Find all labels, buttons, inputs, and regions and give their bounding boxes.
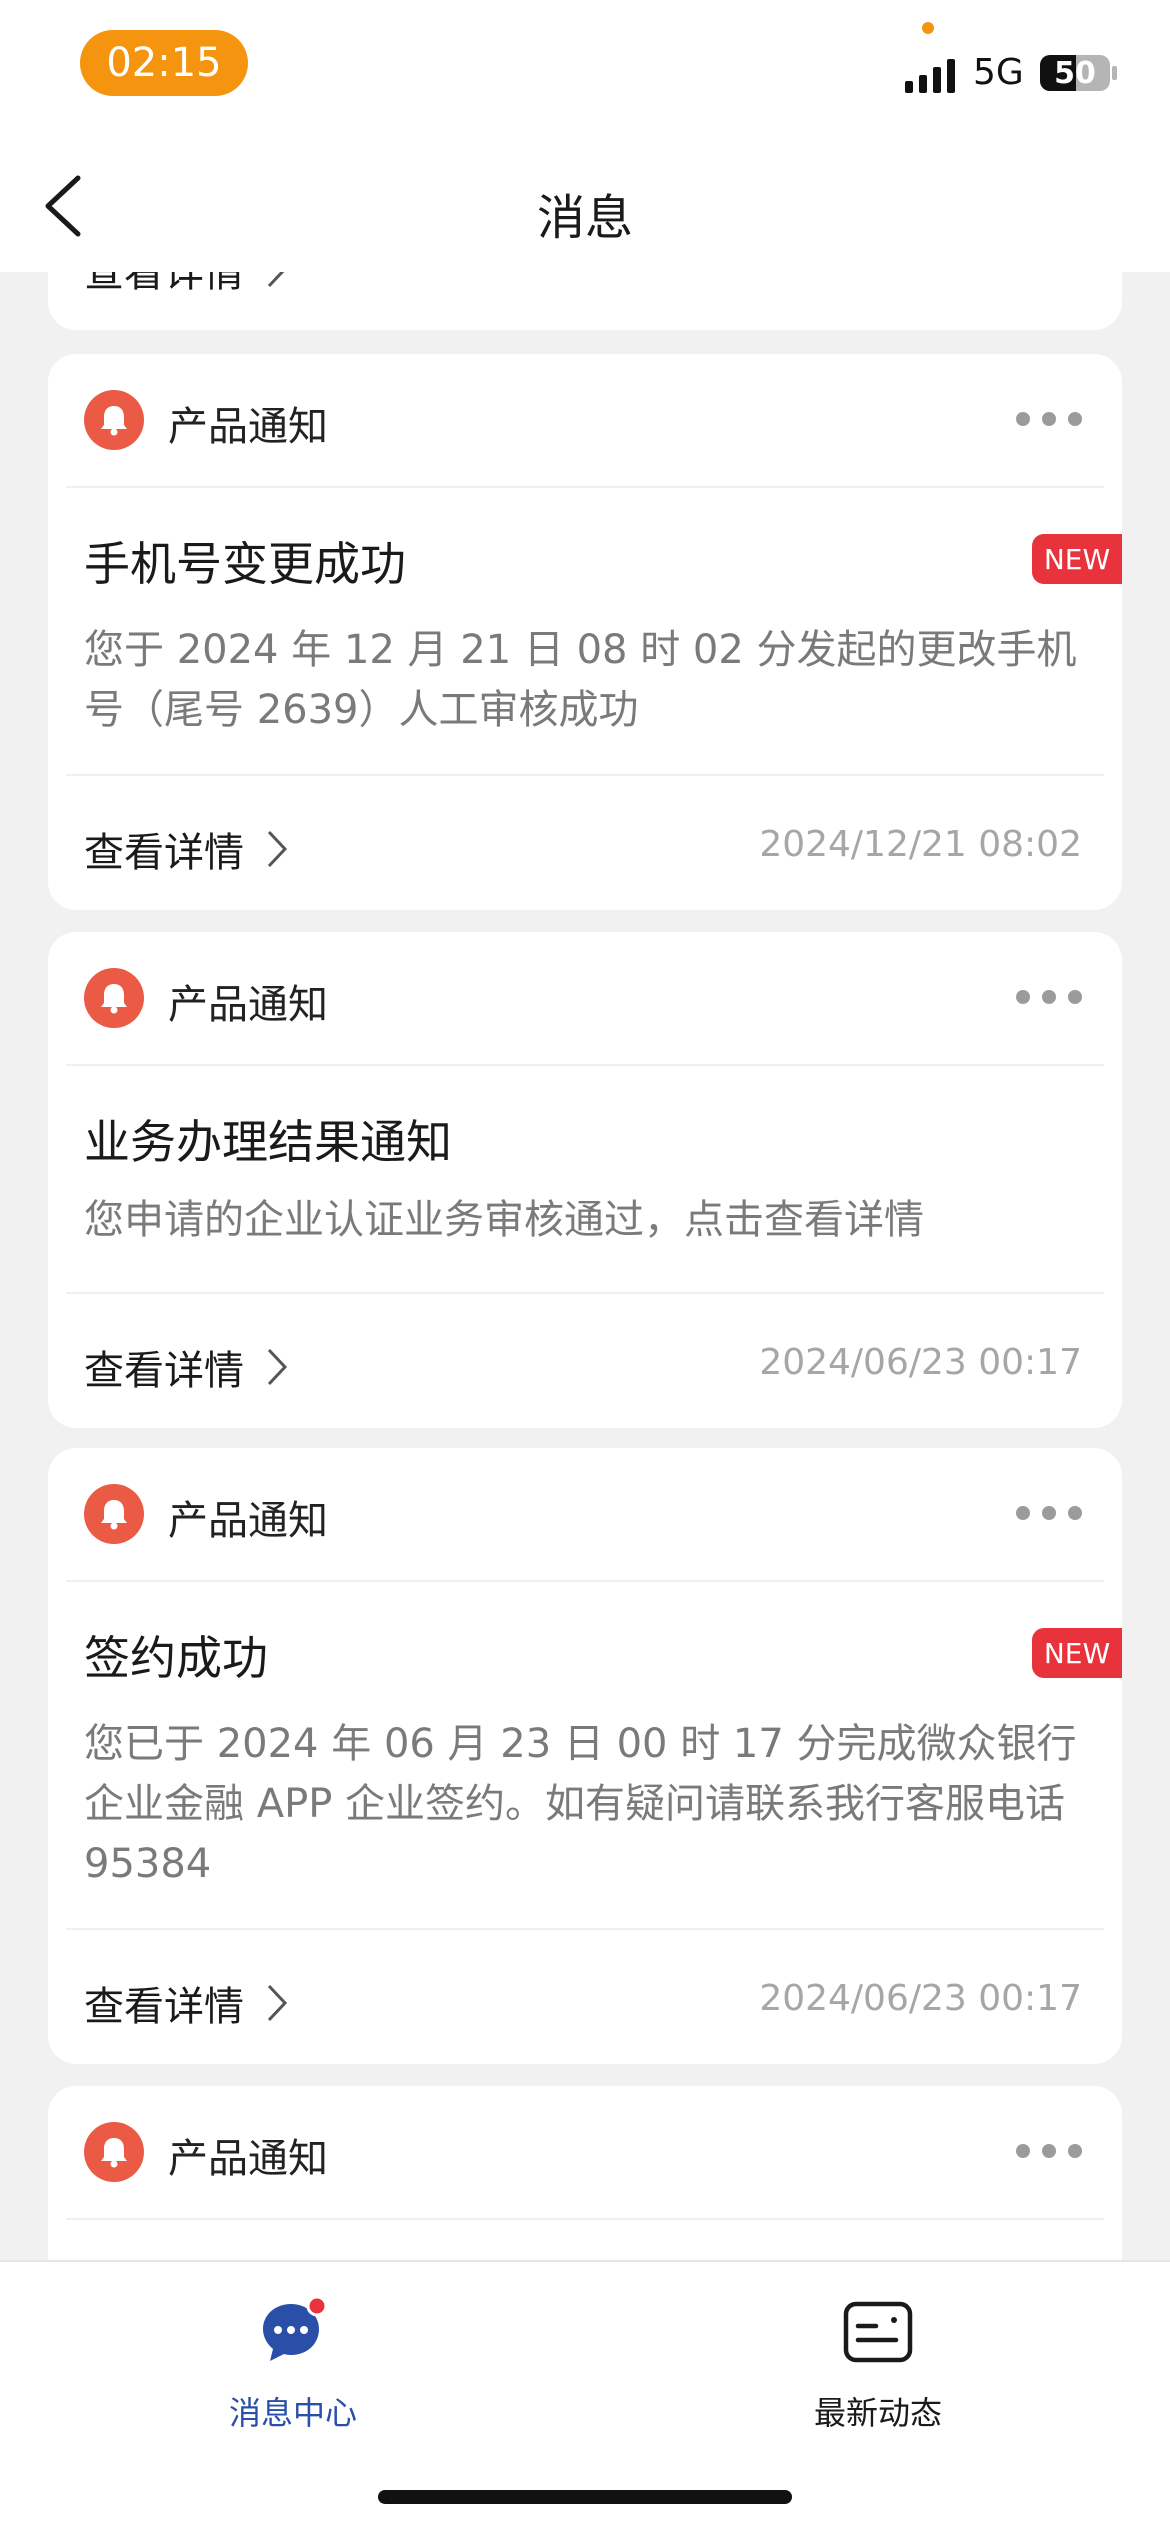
view-details-link[interactable]: 查看详情	[84, 272, 288, 298]
chevron-right-icon	[267, 1984, 288, 2022]
status-bar: 02:15 5G 50	[0, 0, 1170, 130]
battery-icon: 50	[1040, 55, 1110, 91]
divider	[66, 1064, 1104, 1066]
message-list[interactable]: 查看详情 产品通知 手机号变更成功 NEW 您于 2024 年 12 月 21 …	[0, 272, 1170, 2260]
message-title: 签约成功	[84, 1631, 268, 1685]
view-details-link[interactable]: 查看详情	[84, 820, 288, 878]
bell-icon	[84, 2122, 144, 2182]
card-category: 产品通知	[168, 1498, 328, 1544]
message-body: 您已于 2024 年 06 月 23 日 00 时 17 分完成微众银行企业金融…	[84, 1721, 1077, 1887]
more-options-icon[interactable]	[1016, 990, 1082, 1004]
card-category: 产品通知	[168, 404, 328, 450]
privacy-indicator-dot	[922, 22, 934, 34]
card-category: 产品通知	[168, 982, 328, 1028]
home-indicator	[378, 2490, 792, 2504]
new-badge: NEW	[1032, 1628, 1122, 1678]
more-options-icon[interactable]	[1016, 2144, 1082, 2158]
network-type: 5G	[973, 52, 1024, 93]
news-card-icon	[843, 2301, 913, 2363]
divider	[66, 2218, 1104, 2220]
divider	[66, 1292, 1104, 1294]
status-time: 02:15	[80, 30, 248, 96]
divider	[66, 486, 1104, 488]
message-title: 手机号变更成功	[84, 537, 406, 591]
message-card-peek: 查看详情	[48, 272, 1122, 330]
card-header: 产品通知	[48, 354, 1122, 486]
message-body: 您于 2024 年 12 月 21 日 08 时 02 分发起的更改手机号（尾号…	[84, 627, 1077, 733]
bell-icon	[84, 390, 144, 450]
divider	[66, 1928, 1104, 1930]
tab-message-center[interactable]: 消息中心	[163, 2294, 423, 2444]
more-options-icon[interactable]	[1016, 412, 1082, 426]
new-badge: NEW	[1032, 534, 1122, 584]
view-details-link[interactable]: 查看详情	[84, 1338, 288, 1396]
tab-label: 消息中心	[228, 2394, 357, 2432]
tab-label: 最新动态	[813, 2394, 942, 2432]
battery-level: 50	[1054, 55, 1096, 91]
message-body: 您申请的企业认证业务审核通过，点击查看详情	[84, 1197, 924, 1243]
chevron-right-icon	[267, 1348, 288, 1386]
message-title: 业务办理结果通知	[84, 1115, 452, 1169]
card-category: 产品通知	[168, 2136, 328, 2182]
nav-bar: 消息	[0, 130, 1170, 272]
divider	[66, 774, 1104, 776]
tab-latest-news[interactable]: 最新动态	[748, 2294, 1008, 2444]
chevron-right-icon	[267, 830, 288, 868]
message-card: 产品通知 手机号变更成功 NEW 您于 2024 年 12 月 21 日 08 …	[48, 354, 1122, 910]
message-date: 2024/12/21 08:02	[759, 824, 1082, 865]
message-card: 产品通知 业务办理结果通知 您申请的企业认证业务审核通过，点击查看详情 查看详情…	[48, 932, 1122, 1428]
bell-icon	[84, 968, 144, 1028]
message-date: 2024/06/23 00:17	[759, 1342, 1082, 1383]
message-date: 2024/06/23 00:17	[759, 1978, 1082, 2019]
card-header: 产品通知	[48, 1448, 1122, 1580]
more-options-icon[interactable]	[1016, 1506, 1082, 1520]
message-card: 产品通知 签约成功 NEW 您已于 2024 年 06 月 23 日 00 时 …	[48, 1448, 1122, 2064]
card-header: 产品通知	[48, 2086, 1122, 2218]
card-header: 产品通知	[48, 932, 1122, 1064]
message-card: 产品通知	[48, 2086, 1122, 2260]
page-title: 消息	[536, 190, 633, 246]
signal-icon	[905, 59, 955, 93]
divider	[66, 1580, 1104, 1582]
chevron-right-icon	[267, 272, 285, 288]
chat-bubble-icon	[263, 2295, 328, 2361]
view-details-link[interactable]: 查看详情	[84, 1974, 288, 2032]
bell-icon	[84, 1484, 144, 1544]
